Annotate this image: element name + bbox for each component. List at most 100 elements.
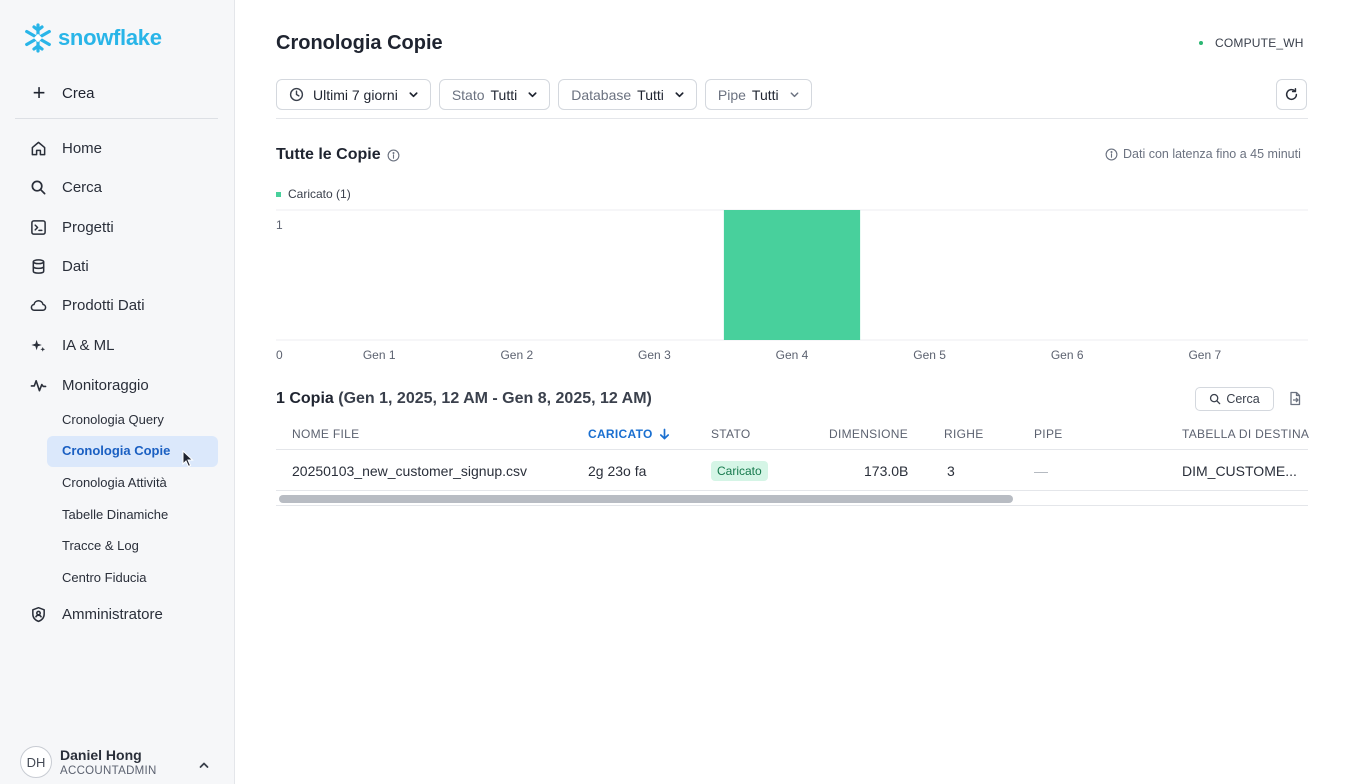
user-menu[interactable]: DH Daniel Hong ACCOUNTADMIN [20,746,157,778]
horizontal-scrollbar[interactable] [276,493,1308,506]
refresh-icon [1285,87,1298,101]
chart-legend: Caricato (1) [276,187,351,201]
sidebar: snowflake + Crea Home Cerca Progetti Dat… [0,0,235,784]
search-icon [31,180,46,194]
sidebar-item-projects[interactable]: Progetti [30,215,114,239]
chevron-down-icon [409,92,418,98]
database-icon [32,258,45,274]
table-search-button[interactable]: Cerca [1195,387,1274,411]
chart-title: Tutte le Copie [276,146,400,164]
x-tick-label: Gen 1 [363,348,396,362]
time-range-filter[interactable]: Ultimi 7 giorni [276,79,431,110]
sidebar-subitem-task-history[interactable]: Cronologia Attività [62,474,167,492]
column-header-target-table[interactable]: TABELLA DI DESTINA [1182,427,1309,441]
bar [723,210,861,340]
sidebar-divider [15,118,218,119]
sidebar-item-data-products[interactable]: Prodotti Dati [30,293,145,317]
sidebar-subitem-copy-history[interactable]: Cronologia Copie [62,442,170,460]
user-role: ACCOUNTADMIN [60,765,157,777]
home-icon [31,141,46,155]
x-tick-label: Gen 3 [638,348,671,362]
sidebar-item-admin[interactable]: Amministratore [30,602,163,626]
sidebar-item-label: Home [62,139,103,157]
latency-note: Dati con latenza fino a 45 minuti [1105,147,1301,161]
column-header-loaded[interactable]: CARICATO [588,427,670,441]
pipe-filter[interactable]: Pipe Tutti [704,79,812,110]
sidebar-item-label: Monitoraggio [62,376,149,394]
info-icon[interactable] [387,149,400,162]
sidebar-subitem-dynamic-tables[interactable]: Tabelle Dinamiche [62,506,168,524]
column-header-pipe[interactable]: PIPE [1034,427,1063,441]
arrow-down-icon [659,428,669,440]
snowflake-logo[interactable]: snowflake [22,22,162,54]
table-row[interactable]: 20250103_new_customer_signup.csv 2g 23o … [276,451,1308,491]
database-filter-value: Tutti [637,86,664,103]
column-header-rows[interactable]: RIGHE [944,427,984,441]
main-content: Cronologia Copie COMPUTE_WH Ultimi 7 gio… [236,0,1346,784]
plus-icon: + [32,80,46,105]
warehouse-selector[interactable]: COMPUTE_WH [1199,36,1304,50]
legend-label: Caricato (1) [288,187,351,201]
sidebar-subitem-query-history[interactable]: Cronologia Query [62,411,164,429]
warehouse-name: COMPUTE_WH [1215,36,1304,50]
column-header-file-name[interactable]: NOME FILE [292,427,359,441]
brand-name: snowflake [58,25,162,50]
info-icon [1105,148,1118,160]
status-filter[interactable]: Stato Tutti [438,79,551,110]
status-badge: Caricato [711,461,768,481]
filter-bar: Ultimi 7 giorni Stato Tutti Database Tut… [276,79,812,110]
cell-target-table[interactable]: DIM_CUSTOME... [1182,463,1297,479]
avatar: DH [20,746,52,778]
sidebar-item-monitoring[interactable]: Monitoraggio [30,373,149,397]
column-header-size[interactable]: DIMENSIONE [829,427,908,441]
database-filter-label: Database [571,86,632,103]
sidebar-subitem-traces-logs[interactable]: Tracce & Log [62,537,139,555]
chevron-down-icon [790,92,799,98]
sidebar-item-label: Amministratore [62,605,163,623]
sidebar-subitem-trust-center[interactable]: Centro Fiducia [62,569,147,587]
x-tick-label: Gen 7 [1188,348,1221,362]
create-label: Crea [62,84,95,102]
latency-text: Dati con latenza fino a 45 minuti [1123,147,1301,161]
copies-range: (Gen 1, 2025, 12 AM - Gen 8, 2025, 12 AM… [338,390,652,407]
status-filter-label: Stato [451,86,485,103]
status-filter-value: Tutti [490,86,518,103]
search-icon [1210,393,1221,405]
column-header-status[interactable]: STATO [711,427,751,441]
chart-title-text: Tutte le Copie [276,146,381,163]
sidebar-item-search[interactable]: Cerca [30,175,102,199]
cell-rows: 3 [947,463,955,479]
status-dot-icon [1199,41,1203,45]
cloud-icon [30,299,47,311]
create-button[interactable]: + Crea [30,82,95,104]
pipe-filter-label: Pipe [717,86,746,103]
column-header-loaded-label: CARICATO [588,427,653,441]
clock-icon [289,87,304,102]
y-tick-label: 0 [276,348,283,362]
table-search-label: Cerca [1226,392,1260,406]
x-tick-label: Gen 6 [1051,348,1084,362]
copies-summary: 1 Copia (Gen 1, 2025, 12 AM - Gen 8, 202… [276,390,652,408]
sidebar-item-home[interactable]: Home [30,136,102,160]
export-icon[interactable] [1288,391,1302,406]
sidebar-item-ai-ml[interactable]: IA & ML [30,333,115,357]
divider [276,118,1308,119]
user-name: Daniel Hong [60,747,142,763]
mouse-cursor-icon [182,450,194,468]
sidebar-item-label: Cerca [62,178,103,196]
refresh-button[interactable] [1276,79,1307,110]
copies-bar-chart: 0 1 Gen 1 Gen 2 Gen 3 Gen 4 Gen 5 Gen 6 Gen 7 [276,209,1308,362]
x-tick-label: Gen 4 [776,348,809,362]
x-tick-label: Gen 2 [500,348,533,362]
sidebar-item-data[interactable]: Dati [30,254,89,278]
page-title: Cronologia Copie [276,32,443,54]
database-filter[interactable]: Database Tutti [558,79,697,110]
chevron-up-icon[interactable] [198,759,210,771]
chevron-down-icon [675,92,684,98]
cell-file-name[interactable]: 20250103_new_customer_signup.csv [292,463,527,479]
sparkle-icon [31,339,46,352]
terminal-icon [31,219,46,235]
scrollbar-thumb[interactable] [279,495,1013,503]
sidebar-item-label: Progetti [62,218,114,236]
sidebar-item-label: Prodotti Dati [62,296,145,314]
